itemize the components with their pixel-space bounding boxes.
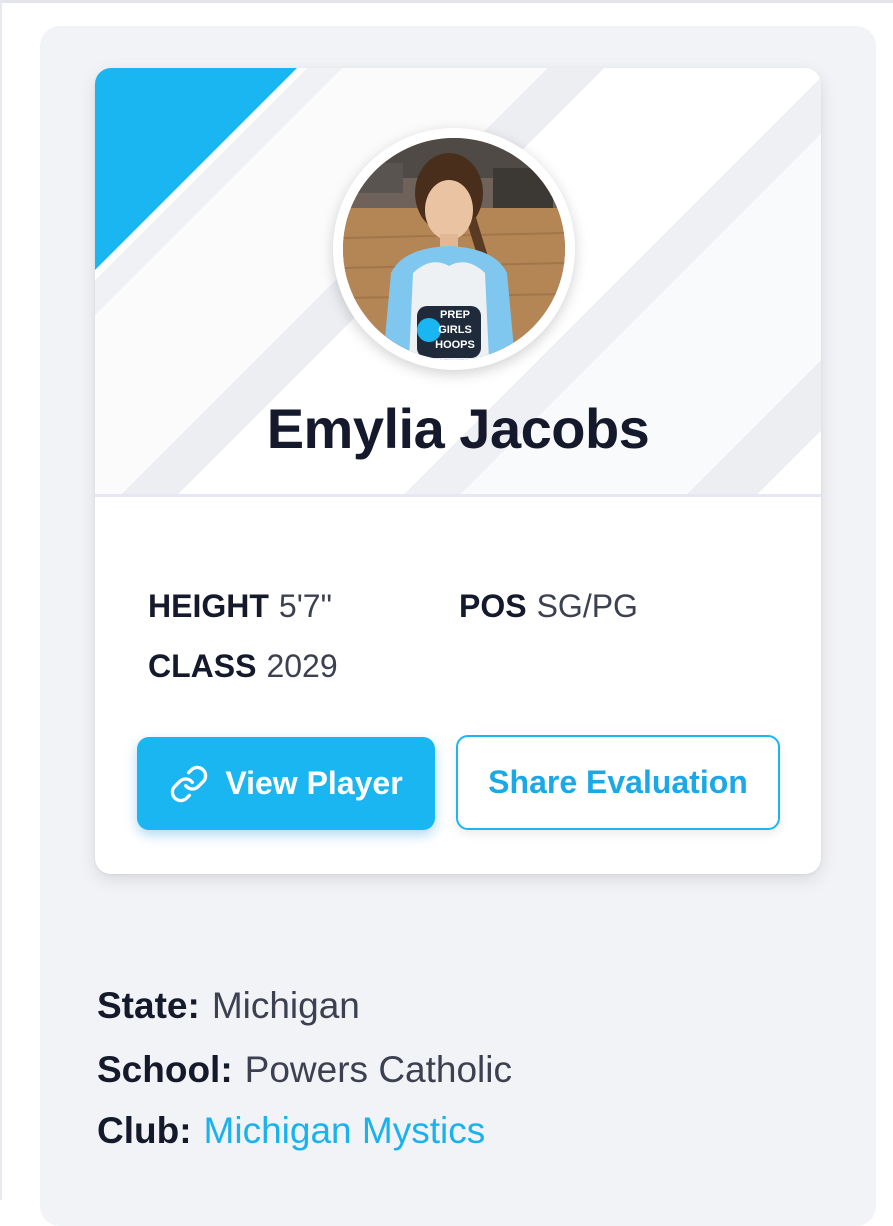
svg-text:PREP: PREP xyxy=(440,309,470,321)
detail-school: School: Powers Catholic xyxy=(97,1049,512,1091)
card-header: PREP GIRLS HOOPS Emylia Jacobs xyxy=(95,68,821,494)
share-evaluation-label: Share Evaluation xyxy=(488,764,748,800)
state-value: Michigan xyxy=(211,985,360,1026)
corner-accent-stripe xyxy=(95,68,297,270)
stat-height-label: HEIGHT xyxy=(148,588,269,624)
school-value: Powers Catholic xyxy=(244,1049,513,1090)
view-player-label: View Player xyxy=(225,765,403,801)
player-photo: PREP GIRLS HOOPS xyxy=(343,138,565,360)
stat-class: CLASS 2029 xyxy=(148,648,338,685)
player-name: Emylia Jacobs xyxy=(266,397,650,460)
stat-pos: POS SG/PG xyxy=(459,588,638,625)
svg-text:GIRLS: GIRLS xyxy=(438,324,472,336)
stat-pos-label: POS xyxy=(459,588,527,624)
svg-text:HOOPS: HOOPS xyxy=(435,339,475,351)
left-border xyxy=(0,0,2,1200)
top-border xyxy=(0,0,893,3)
detail-state: State: Michigan xyxy=(97,985,360,1027)
link-icon xyxy=(171,765,208,802)
school-label: School: xyxy=(97,1049,233,1090)
stat-class-value: 2029 xyxy=(266,648,338,684)
share-evaluation-button[interactable]: Share Evaluation xyxy=(456,735,780,830)
stat-class-label: CLASS xyxy=(148,648,257,684)
stat-height: HEIGHT 5'7" xyxy=(148,588,332,625)
view-player-button[interactable]: View Player xyxy=(137,737,435,830)
player-card: PREP GIRLS HOOPS Emylia Jacobs HEIGHT 5'7… xyxy=(95,68,821,874)
detail-club: Club: Michigan Mystics xyxy=(97,1110,485,1152)
club-link[interactable]: Michigan Mystics xyxy=(204,1110,486,1151)
avatar: PREP GIRLS HOOPS xyxy=(333,128,575,370)
stat-pos-value: SG/PG xyxy=(536,588,638,624)
header-divider xyxy=(95,494,821,497)
club-label: Club: xyxy=(97,1110,192,1151)
stat-height-value: 5'7" xyxy=(278,588,332,624)
state-label: State: xyxy=(97,985,200,1026)
